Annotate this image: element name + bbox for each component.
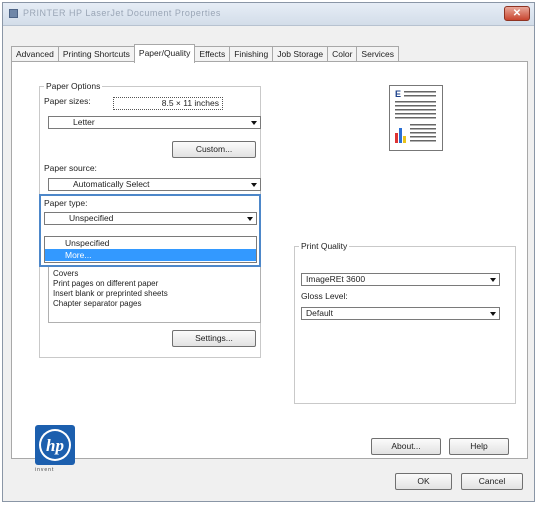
paper-sizes-label: Paper sizes: xyxy=(44,96,91,106)
print-quality-group: Print Quality xyxy=(294,241,516,404)
tab-printing-shortcuts[interactable]: Printing Shortcuts xyxy=(57,46,135,62)
window-title: PRINTER HP LaserJet Document Properties xyxy=(23,8,221,18)
paper-source-label: Paper source: xyxy=(44,163,97,173)
tab-paper-quality[interactable]: Paper/Quality xyxy=(133,44,196,63)
ok-button[interactable]: OK xyxy=(395,473,452,490)
settings-button[interactable]: Settings... xyxy=(172,330,256,347)
paper-type-dropdown[interactable]: Unspecified xyxy=(44,212,257,225)
document-preview: E xyxy=(389,85,443,151)
document-properties-window: PRINTER HP LaserJet Document Properties … xyxy=(2,2,535,502)
paper-size-dropdown[interactable]: Letter xyxy=(48,116,261,129)
paper-source-dropdown[interactable]: Automatically Select xyxy=(48,178,261,191)
gloss-level-value: Default xyxy=(306,308,333,318)
about-button[interactable]: About... xyxy=(371,438,441,455)
hp-logo-text: hp xyxy=(46,436,64,455)
title-bar[interactable]: PRINTER HP LaserJet Document Properties … xyxy=(3,3,534,26)
cancel-button[interactable]: Cancel xyxy=(461,473,523,490)
svg-text:E: E xyxy=(395,89,401,99)
paper-type-label: Paper type: xyxy=(44,198,88,208)
chevron-down-icon xyxy=(251,121,257,125)
custom-button[interactable]: Custom... xyxy=(172,141,256,158)
list-item[interactable]: Chapter separator pages xyxy=(49,299,260,309)
print-quality-title: Print Quality xyxy=(299,241,350,252)
tab-services[interactable]: Services xyxy=(356,46,400,62)
paper-quality-panel: Paper Options Paper sizes: 8.5 × 11 inch… xyxy=(11,61,528,473)
chevron-down-icon xyxy=(251,183,257,187)
hp-tagline: invent xyxy=(35,467,55,473)
print-quality-value: ImageREt 3600 xyxy=(306,274,366,284)
document-preview-icon: E xyxy=(395,89,436,143)
tab-effects[interactable]: Effects xyxy=(194,46,231,62)
print-quality-dropdown[interactable]: ImageREt 3600 xyxy=(301,273,500,286)
tab-strip: Advanced Printing Shortcuts Paper/Qualit… xyxy=(11,44,400,63)
chevron-down-icon xyxy=(490,312,496,316)
tab-finishing[interactable]: Finishing xyxy=(229,46,274,62)
printer-icon xyxy=(9,9,18,18)
help-button[interactable]: Help xyxy=(449,438,509,455)
paper-size-value: Letter xyxy=(73,117,95,127)
paper-type-options-list: Unspecified More... xyxy=(44,236,257,263)
list-item[interactable]: Covers xyxy=(49,267,260,279)
hp-logo-icon: hp xyxy=(35,425,75,465)
paper-options-title: Paper Options xyxy=(44,81,103,92)
list-item[interactable]: Print pages on different paper xyxy=(49,279,260,289)
chevron-down-icon xyxy=(247,217,253,221)
list-item[interactable]: Insert blank or preprinted sheets xyxy=(49,289,260,299)
paper-type-option-unspecified[interactable]: Unspecified xyxy=(45,237,256,249)
close-button[interactable]: ✕ xyxy=(504,6,530,21)
paper-size-dimensions: 8.5 × 11 inches xyxy=(113,97,223,110)
paper-type-option-more[interactable]: More... xyxy=(45,249,256,261)
special-pages-list: Covers Print pages on different paper In… xyxy=(48,267,261,323)
hp-logo: hp xyxy=(35,425,75,465)
gloss-level-label: Gloss Level: xyxy=(301,291,348,301)
paper-source-value: Automatically Select xyxy=(73,179,150,189)
paper-type-value: Unspecified xyxy=(69,213,114,223)
paper-type-highlight: Paper type: Unspecified Unspecified More… xyxy=(39,194,261,267)
tab-advanced[interactable]: Advanced xyxy=(11,46,59,62)
chevron-down-icon xyxy=(490,278,496,282)
gloss-level-dropdown[interactable]: Default xyxy=(301,307,500,320)
tab-color[interactable]: Color xyxy=(327,46,358,62)
tab-job-storage[interactable]: Job Storage xyxy=(272,46,329,62)
